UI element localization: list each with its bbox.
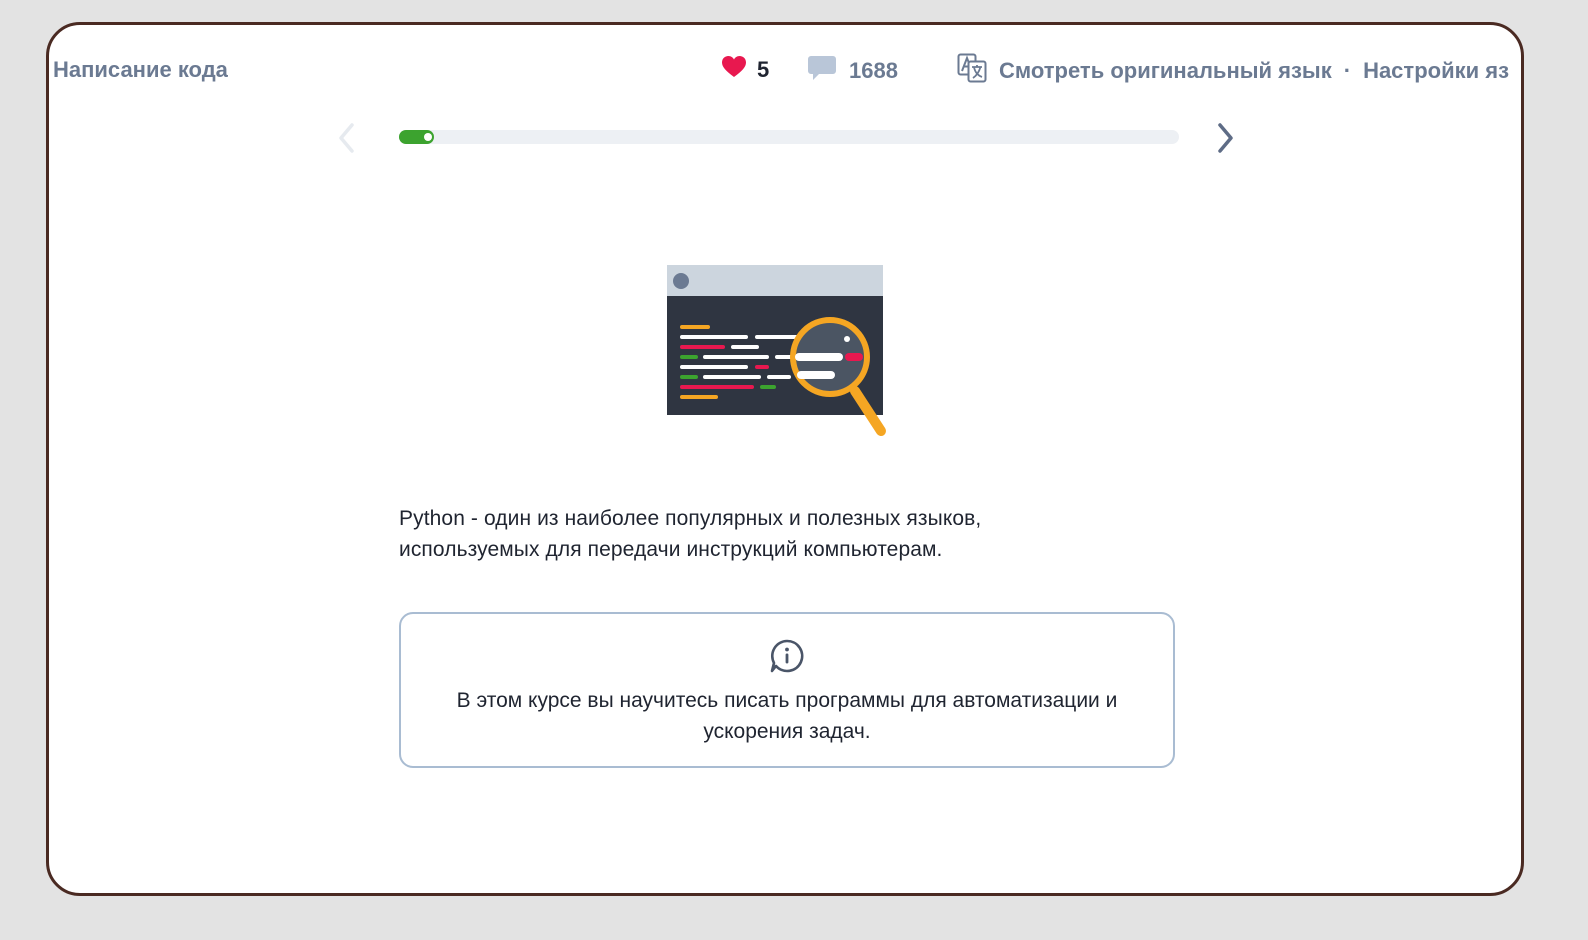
chevron-right-icon[interactable]	[1213, 121, 1237, 160]
lesson-title: Написание кода	[53, 57, 228, 82]
progress-fill	[399, 130, 435, 144]
comments-count: 1688	[849, 57, 898, 83]
comments-button[interactable]: 1688	[807, 55, 898, 86]
code-magnifier-illustration	[663, 261, 893, 446]
heart-icon	[721, 55, 747, 84]
intro-line-2: используемых для передачи инструкций ком…	[399, 538, 943, 561]
lesson-progress-bar	[399, 130, 1179, 144]
lesson-header: Написание кода 5 1688 Смотреть оригиналь…	[49, 53, 1521, 89]
info-bubble-icon	[769, 638, 805, 679]
header-separator: ·	[1343, 57, 1352, 83]
lesson-intro-text: Python - один из наиболее популярных и п…	[399, 503, 1179, 565]
progress-knob	[424, 133, 433, 141]
chevron-left-icon[interactable]	[335, 121, 359, 160]
likes-count: 5	[757, 56, 770, 82]
info-card-text: В этом курсе вы научитесь писать програм…	[456, 689, 1118, 743]
likes-button[interactable]: 5	[721, 55, 769, 84]
lesson-window: Написание кода 5 1688 Смотреть оригиналь…	[46, 22, 1524, 896]
view-original-language-link[interactable]: Смотреть оригинальный язык	[999, 58, 1332, 84]
info-card: В этом курсе вы научитесь писать програм…	[399, 612, 1175, 768]
language-settings-link[interactable]: Настройки яз	[1363, 58, 1509, 84]
translate-icon[interactable]	[957, 53, 987, 88]
comment-bubble-icon	[807, 55, 837, 86]
intro-line-1: Python - один из наиболее популярных и п…	[399, 507, 982, 530]
language-bar: Смотреть оригинальный язык · Настройки я…	[957, 53, 1509, 88]
